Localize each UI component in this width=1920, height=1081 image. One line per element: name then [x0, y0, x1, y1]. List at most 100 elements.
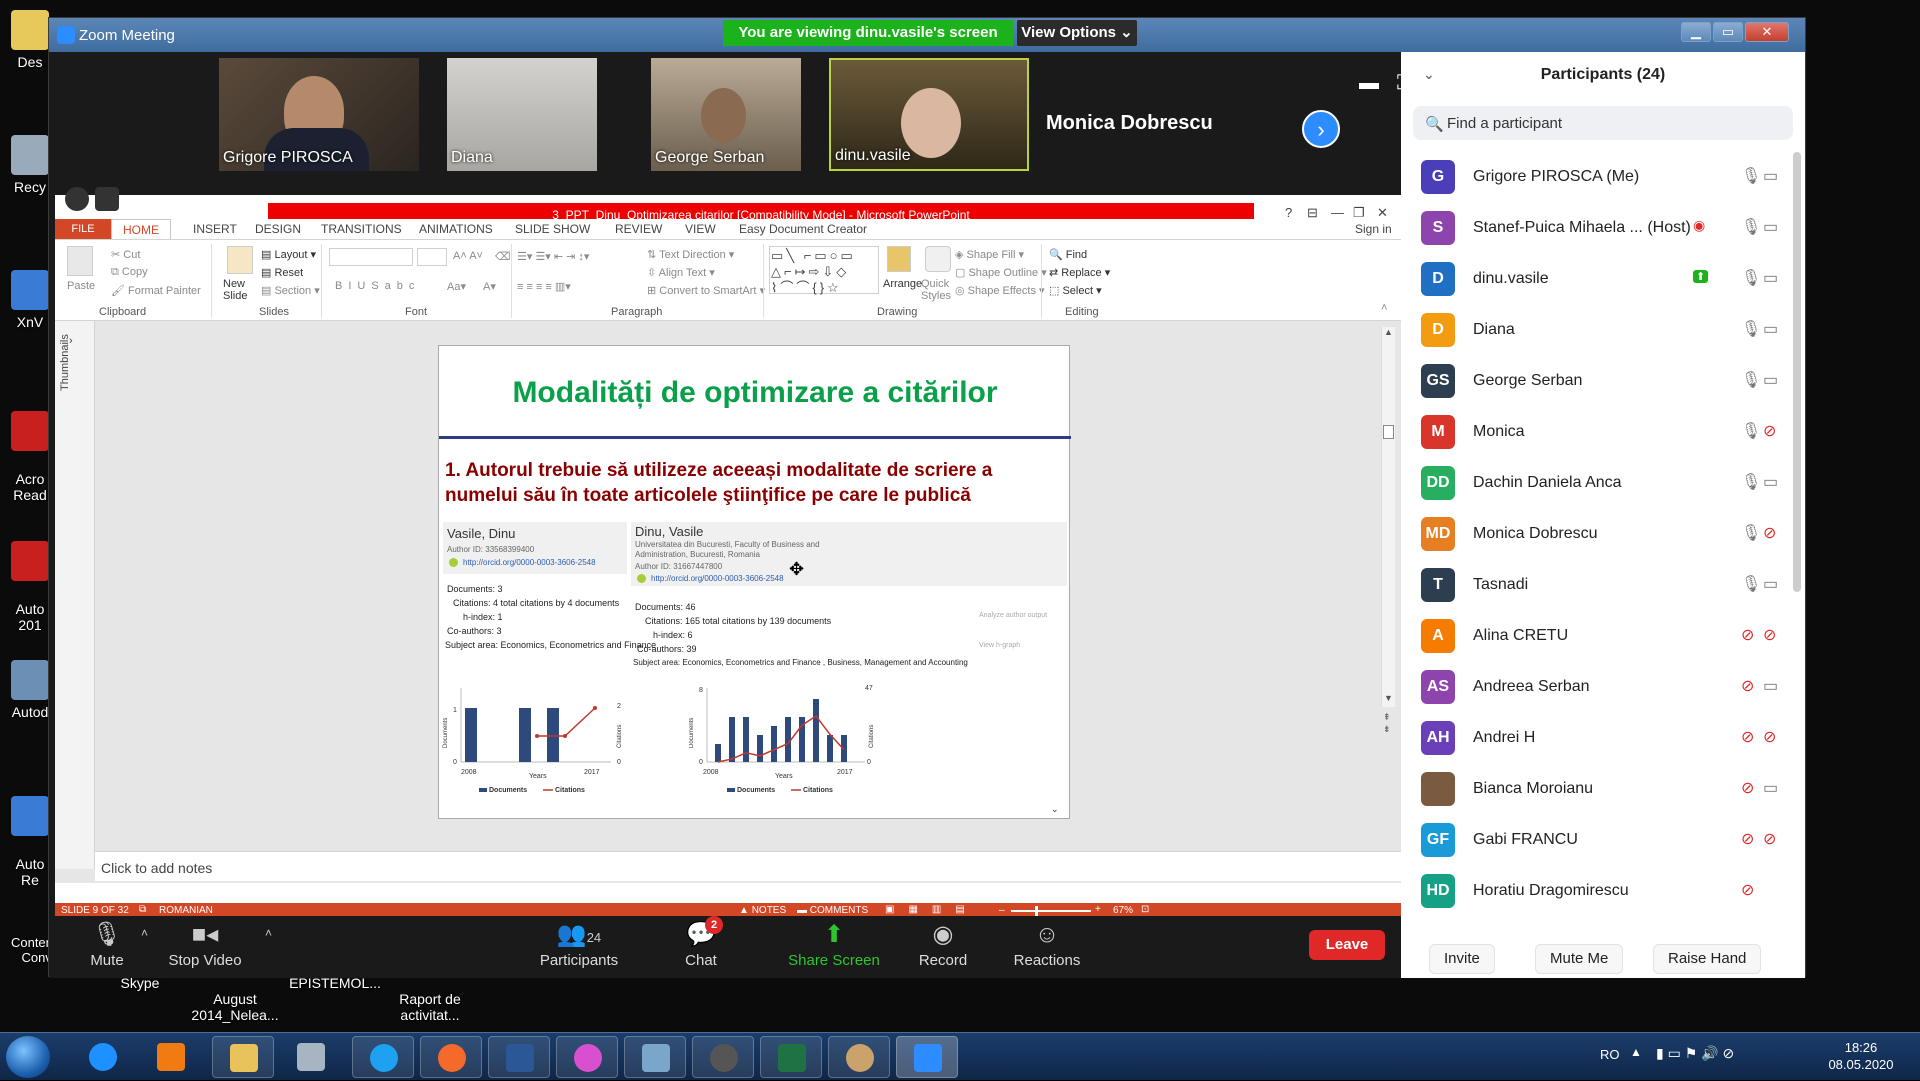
font-color-icon[interactable]: A▾: [483, 280, 496, 293]
paste-button[interactable]: Paste: [67, 280, 95, 292]
zoom-slider[interactable]: [1011, 910, 1091, 912]
taskbar-app-ie[interactable]: [72, 1036, 134, 1078]
taskbar-app-paint[interactable]: [828, 1036, 890, 1078]
microphone-icon[interactable]: 🎙: [1741, 166, 1761, 186]
quick-styles-icon[interactable]: [925, 246, 951, 272]
fit-slide-icon[interactable]: ⊡: [1141, 904, 1149, 915]
reset-button[interactable]: ▤ Reset: [261, 266, 303, 279]
video-off-icon[interactable]: ⊘: [1763, 829, 1776, 849]
shield-icon[interactable]: [95, 187, 119, 211]
participant-row[interactable]: M Monica 🎙 ⊘: [1401, 407, 1805, 455]
video-tile-active[interactable]: dinu.vasile: [829, 58, 1029, 171]
taskbar-app-excel[interactable]: [760, 1036, 822, 1078]
clock[interactable]: 18:26 08.05.2020: [1816, 1039, 1906, 1073]
participant-row[interactable]: D Diana 🎙 ▭: [1401, 305, 1805, 353]
video-camera-icon[interactable]: ▭: [1763, 268, 1778, 288]
participant-row[interactable]: Ddinu.vasile ⬆ 🎙 ▭: [1401, 254, 1805, 302]
microphone-muted-icon[interactable]: ⊘: [1741, 676, 1754, 696]
video-off-icon[interactable]: ⊘: [1763, 421, 1776, 441]
comments-toggle[interactable]: ▬ COMMENTS: [797, 905, 868, 916]
change-case-icon[interactable]: Aa▾: [447, 280, 466, 293]
tab-slideshow[interactable]: SLIDE SHOW: [515, 222, 590, 236]
mute-button[interactable]: 🎙 Mute: [75, 920, 139, 969]
layout-button[interactable]: ▤ Layout ▾: [261, 248, 316, 261]
video-options-chevron-icon[interactable]: ˄: [265, 926, 272, 940]
arrange-icon[interactable]: [887, 246, 911, 272]
microphone-muted-icon[interactable]: ⊘: [1741, 778, 1754, 798]
section-button[interactable]: ▤ Section ▾: [261, 284, 320, 297]
video-off-icon[interactable]: ⊘: [1763, 727, 1776, 747]
gallery-view-icon[interactable]: ▬: [1359, 72, 1383, 94]
video-tile[interactable]: Diana: [447, 58, 597, 171]
close-button[interactable]: ✕: [1745, 22, 1789, 42]
video-camera-icon[interactable]: ▭: [1763, 778, 1778, 798]
tab-view[interactable]: VIEW: [685, 222, 716, 236]
slide-canvas[interactable]: Modalități de optimizare a citărilor 1. …: [438, 345, 1071, 819]
select-button[interactable]: ⬚ Select ▾: [1049, 284, 1102, 297]
participant-row[interactable]: AH Andrei H ⊘ ⊘: [1401, 713, 1805, 761]
input-language[interactable]: RO: [1600, 1047, 1620, 1062]
notes-pane[interactable]: Click to add notes: [95, 851, 1401, 881]
participant-row[interactable]: GS George Serban 🎙 ▭: [1401, 356, 1805, 404]
microphone-icon[interactable]: 🎙: [1741, 217, 1761, 237]
scroll-down-icon[interactable]: ▼: [1384, 693, 1393, 703]
video-tile[interactable]: Grigore PIROSCA: [219, 58, 419, 171]
video-tile[interactable]: George Serban: [651, 58, 801, 171]
grow-font-icon[interactable]: A˄ A˅: [453, 250, 483, 262]
reactions-button[interactable]: ☺ Reactions: [1007, 920, 1087, 969]
convert-smartart-button[interactable]: ⊞ Convert to SmartArt ▾: [647, 284, 765, 297]
zoom-in-icon[interactable]: +: [1095, 904, 1101, 915]
taskbar-app-media[interactable]: [140, 1036, 202, 1078]
participant-list-scrollbar[interactable]: [1793, 152, 1801, 592]
participant-row[interactable]: MD Monica Dobrescu 🎙 ⊘: [1401, 509, 1805, 557]
format-painter-button[interactable]: 🖌 Format Painter: [111, 284, 201, 297]
participants-button[interactable]: 👥24 Participants: [529, 920, 629, 969]
paste-icon[interactable]: [67, 246, 93, 276]
sign-in-link[interactable]: Sign in: [1355, 222, 1392, 236]
participant-row[interactable]: T Tasnadi 🎙 ▭: [1401, 560, 1805, 608]
microphone-icon[interactable]: 🎙: [1741, 523, 1761, 543]
new-slide-button[interactable]: New Slide: [223, 278, 247, 302]
view-options-button[interactable]: View Options ⌄: [1017, 20, 1137, 46]
microphone-icon[interactable]: 🎙: [1741, 421, 1761, 441]
font-size-select[interactable]: [417, 248, 447, 266]
participant-row[interactable]: G Grigore PIROSCA (Me) 🎙 ▭: [1401, 152, 1805, 200]
taskbar-app-photos[interactable]: [624, 1036, 686, 1078]
font-style-buttons[interactable]: BIUSabc: [335, 280, 420, 292]
desktop-icon[interactable]: August 2014_Nelea...: [185, 975, 285, 1023]
tab-transitions[interactable]: TRANSITIONS: [321, 222, 402, 236]
video-camera-icon[interactable]: ▭: [1763, 319, 1778, 339]
video-camera-icon[interactable]: ▭: [1763, 370, 1778, 390]
tab-home[interactable]: HOME: [111, 219, 171, 241]
notes-toggle[interactable]: ▲ NOTES: [739, 905, 786, 916]
video-off-icon[interactable]: ⊘: [1763, 625, 1776, 645]
record-button[interactable]: ◉ Record: [911, 920, 975, 969]
taskbar-app-camera[interactable]: [692, 1036, 754, 1078]
microphone-icon[interactable]: 🎙: [1741, 370, 1761, 390]
zoom-out-icon[interactable]: –: [999, 905, 1005, 916]
video-camera-icon[interactable]: ▭: [1763, 676, 1778, 696]
language-status[interactable]: ROMANIAN: [159, 905, 213, 916]
microphone-icon[interactable]: 🎙: [1741, 472, 1761, 492]
taskbar-app-itunes[interactable]: [556, 1036, 618, 1078]
align-text-button[interactable]: ⇳ Align Text ▾: [647, 266, 715, 279]
participant-search-input[interactable]: Find a participant: [1413, 106, 1793, 140]
participant-row[interactable]: Bianca Moroianu ⊘ ▭: [1401, 764, 1805, 812]
microphone-muted-icon[interactable]: ⊘: [1741, 625, 1754, 645]
cut-button[interactable]: ✂ Cut: [111, 248, 140, 261]
taskbar-app-calculator[interactable]: [280, 1036, 342, 1078]
taskbar-app-explorer[interactable]: [212, 1036, 274, 1078]
bullets-icon[interactable]: ☰▾ ☰▾ ⇤ ⇥ ↕▾: [517, 250, 589, 263]
tab-insert[interactable]: INSERT: [193, 222, 237, 236]
taskbar-app-skype[interactable]: [352, 1036, 414, 1078]
participant-row[interactable]: S Stanef-Puica Mihaela ... (Host) ◉ 🎙 ▭: [1401, 203, 1805, 251]
slide-scrollbar[interactable]: ▲ ▼: [1381, 327, 1395, 707]
copy-button[interactable]: ⧉ Copy: [111, 266, 148, 279]
participant-row[interactable]: AS Andreea Serban ⊘ ▭: [1401, 662, 1805, 710]
scroll-up-icon[interactable]: ▲: [1384, 327, 1393, 337]
text-direction-button[interactable]: ⇅ Text Direction ▾: [647, 248, 734, 261]
font-name-select[interactable]: [329, 248, 413, 266]
shapes-gallery[interactable]: ▭╲ ⌐▭○▭ △⌐↦⇨⇩◇ ⌇⌒⌒{}☆: [769, 246, 879, 295]
maximize-button[interactable]: ▭: [1713, 22, 1743, 42]
clear-format-icon[interactable]: ⌫: [495, 250, 511, 263]
